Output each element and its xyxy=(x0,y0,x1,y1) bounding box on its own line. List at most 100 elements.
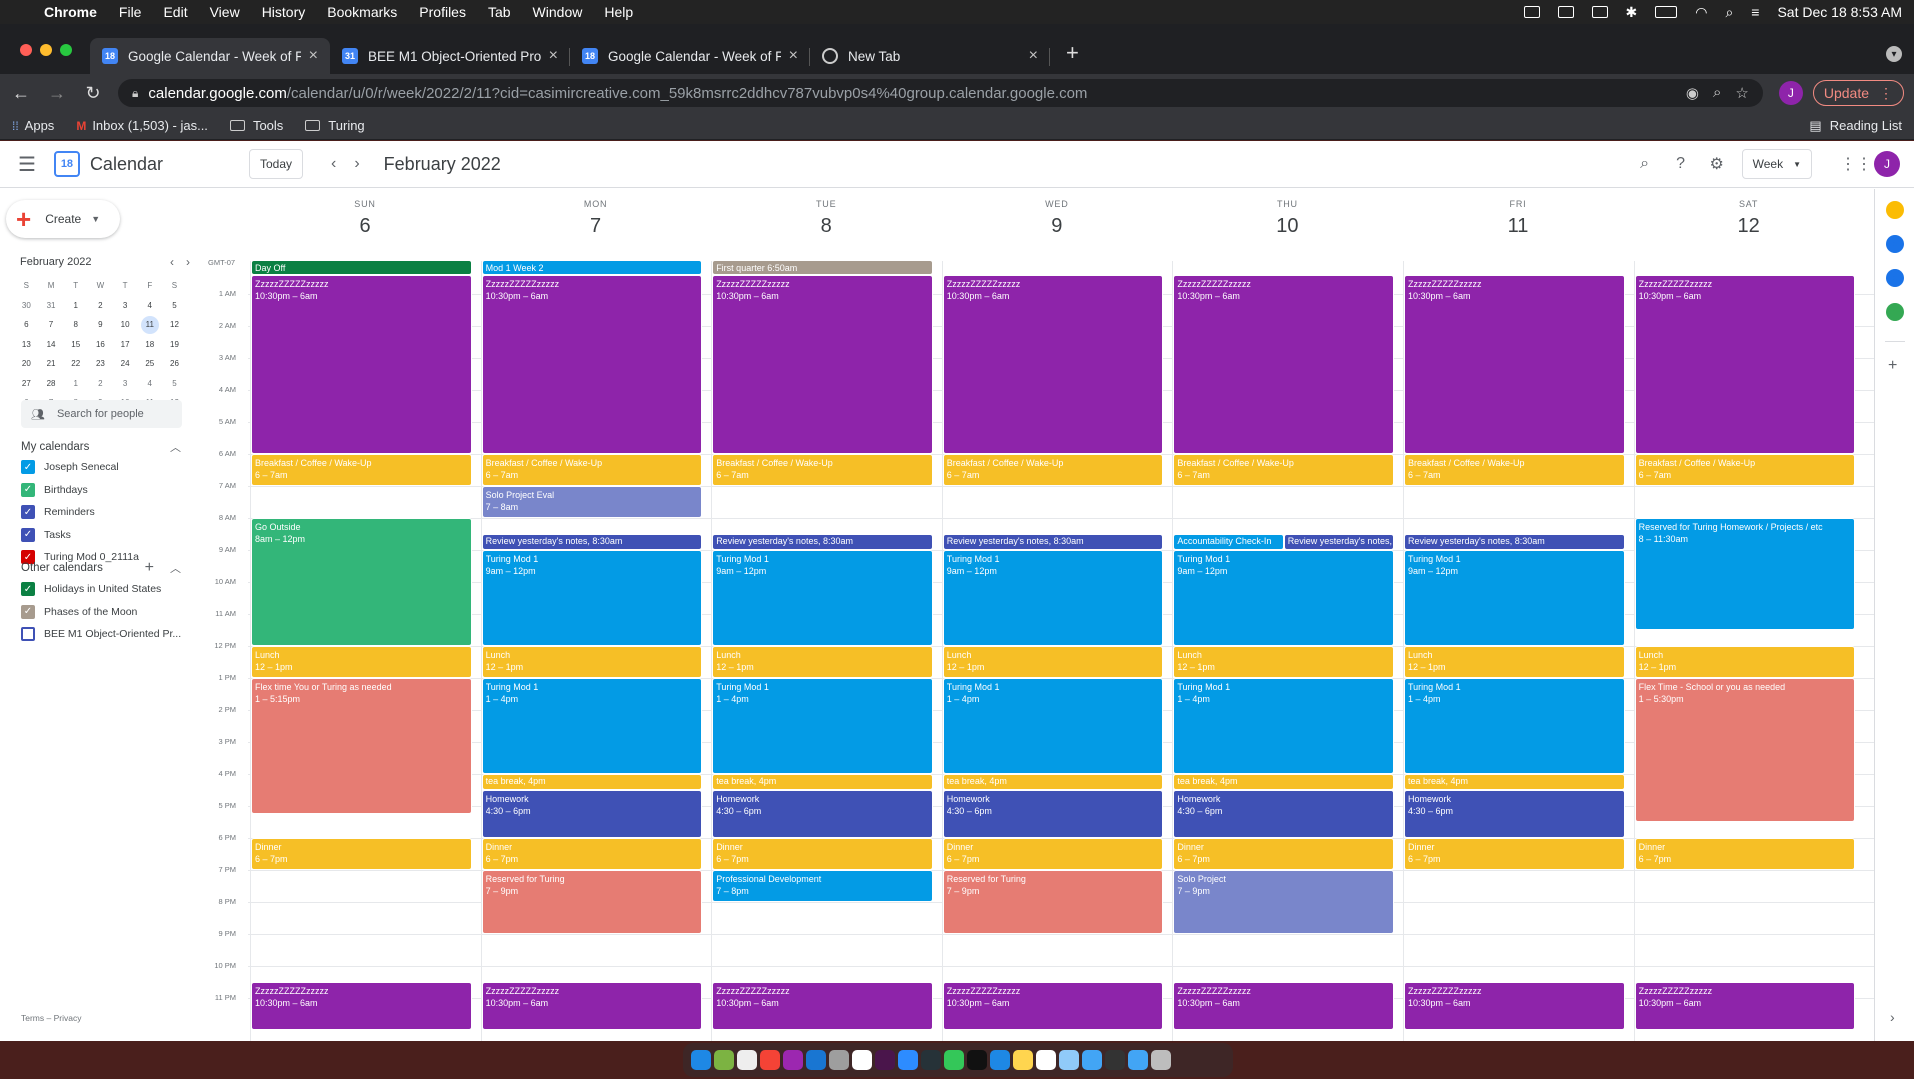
add-addon-icon[interactable]: + xyxy=(1888,357,1897,375)
mini-day[interactable]: 3 xyxy=(113,296,138,316)
calendar-event[interactable]: Lunch 12 – 1pm xyxy=(481,646,703,678)
calendar-event[interactable]: tea break, 4pm xyxy=(1404,774,1625,790)
calendar-event[interactable]: Dinner 6 – 7pm xyxy=(1173,838,1394,870)
mini-day[interactable]: 8 xyxy=(63,315,88,335)
apps-grid-icon[interactable]: ⋮⋮ xyxy=(1840,154,1872,174)
keep-icon[interactable]: ● xyxy=(1886,201,1904,219)
chevron-up-icon[interactable]: ︿ xyxy=(170,439,181,455)
calendar-event[interactable]: ZzzzzZZZZZzzzzz 10:30pm – 6am xyxy=(481,982,703,1030)
mini-day[interactable]: 21 xyxy=(39,354,64,374)
calendar-event[interactable]: Reserved for Turing Homework / Projects … xyxy=(1634,518,1856,630)
preview-icon[interactable] xyxy=(1059,1050,1079,1070)
calendar-event[interactable]: Solo Project 7 – 9pm xyxy=(1173,870,1394,934)
calendar-event[interactable]: ZzzzzZZZZZzzzzz 10:30pm – 6am xyxy=(942,275,1164,454)
iterm-icon[interactable] xyxy=(967,1050,987,1070)
mini-day[interactable]: 4 xyxy=(137,374,162,394)
mini-day[interactable]: 1 xyxy=(63,296,88,316)
day-header[interactable]: THU 10 xyxy=(1172,199,1402,238)
calendar-event[interactable]: tea break, 4pm xyxy=(712,774,933,790)
calendar-event[interactable]: Homework 4:30 – 6pm xyxy=(942,790,1164,838)
calendar-event[interactable]: ZzzzzZZZZZzzzzz 10:30pm – 6am xyxy=(1634,275,1856,454)
calendar-event[interactable]: Lunch 12 – 1pm xyxy=(712,646,933,678)
calendar-event[interactable]: Review yesterday's notes, 8:30am xyxy=(712,534,933,550)
calendar-checkbox[interactable]: ✓ xyxy=(21,604,35,619)
calendar-event[interactable]: tea break, 4pm xyxy=(942,774,1164,790)
calendar-event[interactable]: Lunch 12 – 1pm xyxy=(251,646,472,678)
calendar-event[interactable]: Dinner 6 – 7pm xyxy=(942,838,1164,870)
day-date[interactable]: 12 xyxy=(1634,215,1864,238)
calendar-checkbox[interactable]: ✓ xyxy=(21,482,35,497)
create-button[interactable]: + Create ▼ xyxy=(6,200,120,238)
menu-tab[interactable]: Tab xyxy=(488,4,511,20)
calendar-event[interactable]: Dinner 6 – 7pm xyxy=(1404,838,1625,870)
close-tab-icon[interactable]: × xyxy=(549,47,558,65)
zoom-icon[interactable] xyxy=(898,1050,918,1070)
help-icon[interactable]: ? xyxy=(1670,155,1692,173)
mini-day[interactable]: 30 xyxy=(14,296,39,316)
menu-edit[interactable]: Edit xyxy=(163,4,187,20)
calendar-event[interactable]: Breakfast / Coffee / Wake-Up 6 – 7am xyxy=(1173,454,1394,486)
calendar-item[interactable]: ✓ Reminders xyxy=(21,505,95,519)
calendar-event[interactable]: Lunch 12 – 1pm xyxy=(1404,646,1625,678)
calendar-event[interactable]: ZzzzzZZZZZzzzzz 10:30pm – 6am xyxy=(1173,982,1394,1030)
mini-day[interactable]: 7 xyxy=(39,315,64,335)
calendar-event[interactable]: Review yesterday's notes, 8:30am xyxy=(1283,534,1394,550)
terminal-icon[interactable] xyxy=(921,1050,941,1070)
calendar-event[interactable]: Lunch 12 – 1pm xyxy=(1173,646,1394,678)
calendar-checkbox[interactable]: ✓ xyxy=(21,460,35,474)
tab-search-icon[interactable]: ▾ xyxy=(1886,46,1902,62)
mini-day[interactable]: 22 xyxy=(63,354,88,374)
mini-day[interactable]: 6 xyxy=(14,315,39,335)
next-week-button[interactable]: › xyxy=(354,155,359,173)
calendar-item[interactable]: ✓ Tasks xyxy=(21,527,71,542)
minimize-window-button[interactable] xyxy=(40,44,52,56)
mini-day[interactable]: 23 xyxy=(88,354,113,374)
calendar-event[interactable]: ZzzzzZZZZZzzzzz 10:30pm – 6am xyxy=(1404,982,1625,1030)
main-menu-icon[interactable]: ☰ xyxy=(18,152,36,177)
browser-tab[interactable]: 18 Google Calendar - Week of February 6, … xyxy=(90,38,330,74)
wifi-icon[interactable]: ◠ xyxy=(1695,4,1707,21)
calendar-event[interactable]: Homework 4:30 – 6pm xyxy=(481,790,703,838)
account-avatar[interactable]: J xyxy=(1874,151,1900,177)
calendar-event[interactable]: Breakfast / Coffee / Wake-Up 6 – 7am xyxy=(1404,454,1625,486)
allday-event[interactable]: First quarter 6:50am xyxy=(712,260,933,275)
menu-bookmarks[interactable]: Bookmarks xyxy=(327,4,397,20)
mini-day[interactable]: 9 xyxy=(88,315,113,335)
calendar-event[interactable]: ZzzzzZZZZZzzzzz 10:30pm – 6am xyxy=(712,275,933,454)
calendar-item[interactable]: ✓ Birthdays xyxy=(21,482,88,497)
calendar-event[interactable]: ZzzzzZZZZZzzzzz 10:30pm – 6am xyxy=(1173,275,1394,454)
my-calendars-header[interactable]: My calendars ︿ xyxy=(21,439,181,455)
mini-day[interactable]: 2 xyxy=(88,296,113,316)
calendar-event[interactable]: ZzzzzZZZZZzzzzz 10:30pm – 6am xyxy=(251,982,472,1030)
browser-tab[interactable]: New Tab × xyxy=(810,38,1050,74)
calendar-item[interactable]: ✓ Holidays in United States xyxy=(21,582,161,596)
settings-gear-icon[interactable]: ⚙ xyxy=(1706,154,1728,174)
calendar-event[interactable]: Solo Project Eval 7 – 8am xyxy=(481,486,703,518)
quicktime-icon[interactable] xyxy=(1105,1050,1125,1070)
mini-day[interactable]: 31 xyxy=(39,296,64,316)
calendar-event[interactable]: tea break, 4pm xyxy=(481,774,703,790)
calendar-event[interactable]: ZzzzzZZZZZzzzzz 10:30pm – 6am xyxy=(942,982,1164,1030)
mini-next-month-button[interactable]: › xyxy=(186,255,190,269)
calendar-event[interactable]: Accountability Check-In xyxy=(1173,534,1284,550)
calendar-event[interactable]: tea break, 4pm xyxy=(1173,774,1394,790)
calendar-event[interactable]: Review yesterday's notes, 8:30am xyxy=(942,534,1164,550)
bookmark-turing[interactable]: Turing xyxy=(305,118,365,133)
reminders-icon[interactable] xyxy=(737,1050,757,1070)
safari-icon[interactable] xyxy=(990,1050,1010,1070)
maps-icon[interactable]: ● xyxy=(1886,303,1904,321)
app-menu[interactable]: Chrome xyxy=(44,4,97,20)
mini-day[interactable]: 18 xyxy=(137,335,162,355)
browser-tab[interactable]: 18 Google Calendar - Week of February 6, … xyxy=(570,38,810,74)
podcasts-icon[interactable] xyxy=(783,1050,803,1070)
calendar-event[interactable]: Breakfast / Coffee / Wake-Up 6 – 7am xyxy=(481,454,703,486)
settings-icon[interactable] xyxy=(829,1050,849,1070)
search-people-input[interactable]: 👥︎ Search for people xyxy=(21,400,182,428)
day-header[interactable]: SAT 12 xyxy=(1634,199,1864,238)
mini-day[interactable]: 2 xyxy=(88,374,113,394)
calendar-checkbox[interactable]: ✓ xyxy=(21,505,35,519)
day-header[interactable]: MON 7 xyxy=(481,199,711,238)
menubar-clock[interactable]: Sat Dec 18 8:53 AM xyxy=(1777,4,1902,20)
calendar-event[interactable]: Reserved for Turing 7 – 9pm xyxy=(942,870,1164,934)
allday-event[interactable]: Mod 1 Week 2 xyxy=(481,260,703,275)
